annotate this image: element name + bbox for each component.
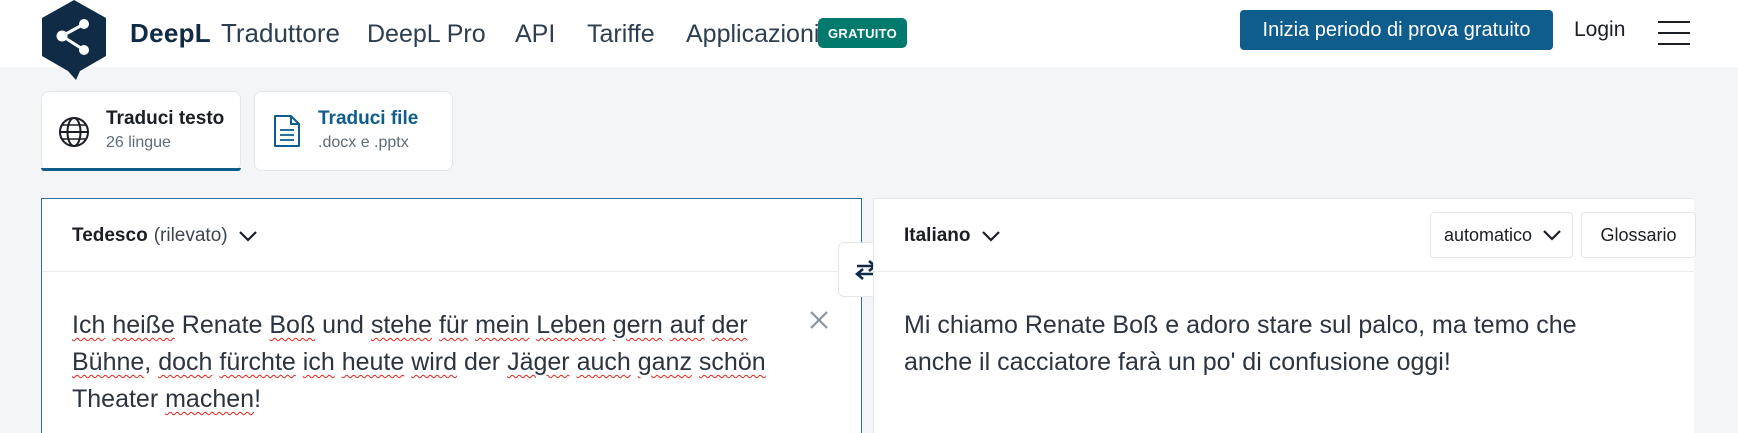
- source-language-detected: (rilevato): [153, 225, 228, 246]
- misspelled-word[interactable]: gern: [613, 311, 663, 339]
- misspelled-word[interactable]: Boß: [269, 311, 315, 339]
- text-segment: Theater: [72, 385, 166, 413]
- misspelled-word[interactable]: für: [439, 311, 468, 339]
- misspelled-word[interactable]: wird: [411, 348, 457, 376]
- source-language-name: Tedesco: [72, 225, 148, 246]
- misspelled-word[interactable]: heute: [342, 348, 405, 376]
- misspelled-word[interactable]: ganz: [638, 348, 692, 376]
- nav-api[interactable]: API: [515, 20, 555, 49]
- tab-subtitle: 26 lingue: [106, 134, 171, 151]
- text-segment: [692, 348, 699, 376]
- text-segment: und: [315, 311, 371, 339]
- close-icon[interactable]: [808, 309, 830, 331]
- text-segment: [296, 348, 303, 376]
- misspelled-word[interactable]: doch: [158, 348, 212, 376]
- formality-select[interactable]: automatico: [1430, 212, 1573, 258]
- nav-pricing[interactable]: Tariffe: [587, 20, 655, 49]
- source-panel: Tedesco (rilevato) Ich heiße Renate Boß …: [41, 198, 862, 433]
- login-link[interactable]: Login: [1574, 18, 1625, 42]
- free-trial-button[interactable]: Inizia periodo di prova gratuito: [1240, 10, 1553, 50]
- target-panel-header: Italiano automatico Glossario: [874, 199, 1696, 272]
- free-badge: GRATUITO: [818, 18, 908, 48]
- tab-title: Traduci file: [318, 108, 419, 129]
- tab-title: Traduci testo: [106, 108, 225, 129]
- misspelled-word[interactable]: Bühne: [72, 348, 144, 376]
- chevron-down-icon: [981, 231, 1000, 242]
- text-segment: Renate: [174, 311, 270, 339]
- source-text-input[interactable]: Ich heiße Renate Boß und stehe für mein …: [72, 307, 772, 418]
- misspelled-word[interactable]: auch: [577, 348, 631, 376]
- misspelled-word[interactable]: machen: [165, 385, 254, 413]
- misspelled-word[interactable]: mein: [475, 311, 529, 339]
- misspelled-word[interactable]: der: [711, 311, 747, 339]
- glossary-button[interactable]: Glossario: [1581, 212, 1696, 258]
- misspelled-word[interactable]: Jäger: [507, 348, 570, 376]
- text-segment: [432, 311, 439, 339]
- text-segment: [631, 348, 638, 376]
- brand-product: Traduttore: [220, 18, 340, 48]
- nav-apps[interactable]: Applicazioni: [686, 20, 819, 49]
- chevron-down-icon: [238, 231, 257, 242]
- text-segment: [335, 348, 342, 376]
- top-bar: DeepL Traduttore DeepL Pro API Tariffe A…: [0, 0, 1738, 80]
- brand-name: DeepL: [130, 18, 211, 48]
- formality-value: automatico: [1444, 224, 1533, 245]
- text-segment: [606, 311, 613, 339]
- text-segment: !: [254, 385, 262, 413]
- target-text-output: Mi chiamo Renate Boß e adoro stare sul p…: [904, 311, 1577, 376]
- misspelled-word[interactable]: ich: [303, 348, 335, 376]
- misspelled-word[interactable]: schön: [699, 348, 766, 376]
- active-tab-indicator: [41, 168, 241, 171]
- deepl-logo-icon[interactable]: [40, 0, 108, 80]
- nav-deepl-pro[interactable]: DeepL Pro: [367, 20, 486, 49]
- text-segment: der: [457, 348, 508, 376]
- text-segment: [570, 348, 577, 376]
- text-segment: ,: [144, 348, 159, 376]
- misspelled-word[interactable]: Ich: [72, 311, 105, 339]
- globe-icon: [59, 117, 89, 147]
- misspelled-word[interactable]: auf: [670, 311, 705, 339]
- tab-translate-text[interactable]: Traduci testo 26 lingue: [41, 91, 241, 171]
- chevron-down-icon: [1543, 230, 1561, 241]
- source-panel-header: Tedesco (rilevato): [42, 199, 861, 272]
- target-language-select[interactable]: Italiano: [904, 225, 1001, 247]
- misspelled-word[interactable]: Leben: [536, 311, 606, 339]
- misspelled-word[interactable]: stehe: [371, 311, 432, 339]
- tab-translate-file[interactable]: Traduci file .docx e .pptx: [254, 91, 453, 171]
- source-language-select[interactable]: Tedesco (rilevato): [72, 225, 258, 247]
- tab-subtitle: .docx e .pptx: [318, 134, 409, 151]
- text-segment: [663, 311, 670, 339]
- brand[interactable]: DeepL Traduttore: [130, 18, 340, 49]
- menu-icon[interactable]: [1658, 21, 1690, 45]
- misspelled-word[interactable]: fürchte: [219, 348, 295, 376]
- misspelled-word[interactable]: heiße: [112, 311, 175, 339]
- target-panel: Italiano automatico Glossario Mi chiamo …: [873, 198, 1696, 433]
- document-icon: [274, 115, 300, 147]
- target-language-name: Italiano: [904, 225, 971, 246]
